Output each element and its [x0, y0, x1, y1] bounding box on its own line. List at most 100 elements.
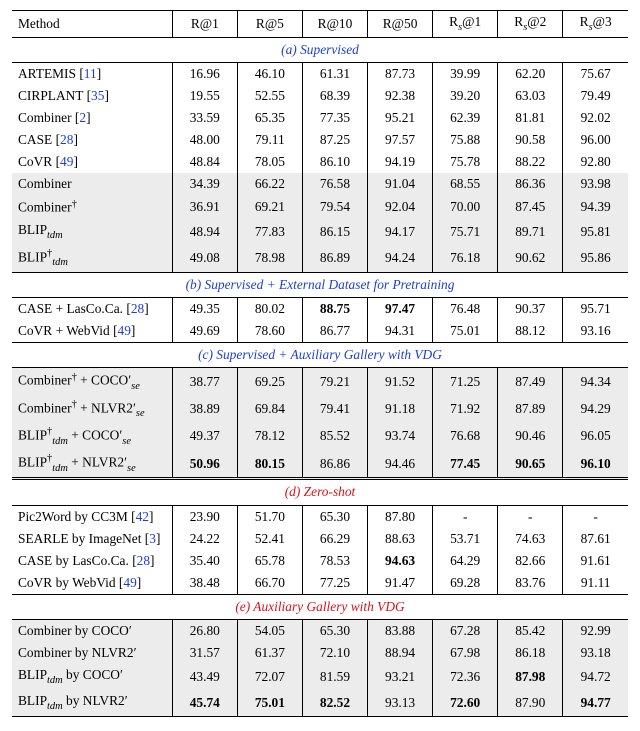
- table-row: BLIP†tdm + NLVR2′se50.9680.1586.8694.467…: [12, 450, 628, 479]
- value-cell: 68.55: [433, 173, 498, 195]
- table-row: BLIP†tdm + COCO′se49.3778.1285.5293.7476…: [12, 423, 628, 450]
- value-cell: 62.20: [498, 62, 563, 85]
- value-cell: 65.30: [302, 505, 367, 528]
- value-cell: 83.88: [368, 619, 433, 642]
- method-cell: BLIPtdm: [12, 219, 172, 245]
- value-cell: 72.10: [302, 642, 367, 664]
- value-cell: 34.39: [172, 173, 237, 195]
- value-cell: 80.02: [237, 298, 302, 321]
- value-cell: 86.86: [302, 450, 367, 479]
- value-cell: 82.52: [302, 690, 367, 716]
- method-cell: Combiner: [12, 173, 172, 195]
- method-cell: CIRPLANT [35]: [12, 85, 172, 107]
- value-cell: 19.55: [172, 85, 237, 107]
- value-cell: 83.76: [498, 572, 563, 595]
- value-cell: 65.35: [237, 107, 302, 129]
- value-cell: -: [498, 505, 563, 528]
- value-cell: 43.49: [172, 664, 237, 690]
- value-cell: 87.45: [498, 195, 563, 219]
- value-cell: 46.10: [237, 62, 302, 85]
- value-cell: 74.63: [498, 528, 563, 550]
- value-cell: 81.81: [498, 107, 563, 129]
- section-header: (d) Zero-shot: [12, 479, 628, 505]
- table-row: CASE [28]48.0079.1187.2597.5775.8890.589…: [12, 129, 628, 151]
- value-cell: 51.70: [237, 505, 302, 528]
- value-cell: 87.90: [498, 690, 563, 716]
- value-cell: 61.37: [237, 642, 302, 664]
- table-row: CASE + LasCo.Ca. [28]49.3580.0288.7597.4…: [12, 298, 628, 321]
- value-cell: 65.30: [302, 619, 367, 642]
- value-cell: 16.96: [172, 62, 237, 85]
- value-cell: 76.58: [302, 173, 367, 195]
- value-cell: 75.01: [237, 690, 302, 716]
- value-cell: 53.71: [433, 528, 498, 550]
- value-cell: 94.19: [368, 151, 433, 173]
- value-cell: 78.98: [237, 245, 302, 273]
- value-cell: 78.12: [237, 423, 302, 450]
- value-cell: 90.37: [498, 298, 563, 321]
- value-cell: 33.59: [172, 107, 237, 129]
- table-row: CoVR + WebVid [49]49.6978.6086.7794.3175…: [12, 320, 628, 343]
- value-cell: 66.22: [237, 173, 302, 195]
- value-cell: 87.98: [498, 664, 563, 690]
- method-cell: BLIP†tdm + NLVR2′se: [12, 450, 172, 479]
- table-row: Combiner by NLVR2′31.5761.3772.1088.9467…: [12, 642, 628, 664]
- value-cell: 67.98: [433, 642, 498, 664]
- value-cell: 75.71: [433, 219, 498, 245]
- value-cell: 88.22: [498, 151, 563, 173]
- value-cell: 92.02: [563, 107, 628, 129]
- value-cell: 88.63: [368, 528, 433, 550]
- value-cell: 95.81: [563, 219, 628, 245]
- method-cell: SEARLE by ImageNet [3]: [12, 528, 172, 550]
- value-cell: 94.29: [563, 396, 628, 423]
- value-cell: 38.77: [172, 368, 237, 396]
- value-cell: 79.21: [302, 368, 367, 396]
- value-cell: 87.49: [498, 368, 563, 396]
- table-row: BLIPtdm48.9477.8386.1594.1775.7189.7195.…: [12, 219, 628, 245]
- value-cell: 36.91: [172, 195, 237, 219]
- value-cell: 93.74: [368, 423, 433, 450]
- col-method: Method: [12, 11, 172, 38]
- section-header: (c) Supervised + Auxiliary Gallery with …: [12, 343, 628, 368]
- value-cell: 93.18: [563, 642, 628, 664]
- value-cell: 79.11: [237, 129, 302, 151]
- value-cell: 48.84: [172, 151, 237, 173]
- value-cell: 39.99: [433, 62, 498, 85]
- method-cell: Combiner by NLVR2′: [12, 642, 172, 664]
- value-cell: 87.25: [302, 129, 367, 151]
- value-cell: 86.89: [302, 245, 367, 273]
- method-cell: Combiner† + COCO′se: [12, 368, 172, 396]
- value-cell: 88.12: [498, 320, 563, 343]
- value-cell: 68.39: [302, 85, 367, 107]
- value-cell: 69.25: [237, 368, 302, 396]
- table-header: Method R@1 R@5 R@10 R@50 Rs@1 Rs@2 Rs@3: [12, 11, 628, 38]
- method-cell: Combiner [2]: [12, 107, 172, 129]
- table-row: CIRPLANT [35]19.5552.5568.3992.3839.2063…: [12, 85, 628, 107]
- value-cell: 54.05: [237, 619, 302, 642]
- value-cell: 66.29: [302, 528, 367, 550]
- table-body: (a) SupervisedARTEMIS [11]16.9646.1061.3…: [12, 37, 628, 716]
- method-cell: CASE + LasCo.Ca. [28]: [12, 298, 172, 321]
- value-cell: 63.03: [498, 85, 563, 107]
- value-cell: 49.69: [172, 320, 237, 343]
- table-row: ARTEMIS [11]16.9646.1061.3187.7339.9962.…: [12, 62, 628, 85]
- value-cell: 94.63: [368, 550, 433, 572]
- value-cell: 88.75: [302, 298, 367, 321]
- value-cell: 87.80: [368, 505, 433, 528]
- value-cell: 87.73: [368, 62, 433, 85]
- value-cell: 79.41: [302, 396, 367, 423]
- value-cell: 91.47: [368, 572, 433, 595]
- value-cell: 76.18: [433, 245, 498, 273]
- value-cell: 31.57: [172, 642, 237, 664]
- value-cell: 90.62: [498, 245, 563, 273]
- value-cell: 72.36: [433, 664, 498, 690]
- value-cell: 93.16: [563, 320, 628, 343]
- method-cell: CoVR + WebVid [49]: [12, 320, 172, 343]
- value-cell: -: [563, 505, 628, 528]
- value-cell: 86.18: [498, 642, 563, 664]
- value-cell: 94.72: [563, 664, 628, 690]
- value-cell: 38.48: [172, 572, 237, 595]
- method-cell: CASE by LasCo.Ca. [28]: [12, 550, 172, 572]
- method-cell: Pic2Word by CC3M [42]: [12, 505, 172, 528]
- value-cell: 86.36: [498, 173, 563, 195]
